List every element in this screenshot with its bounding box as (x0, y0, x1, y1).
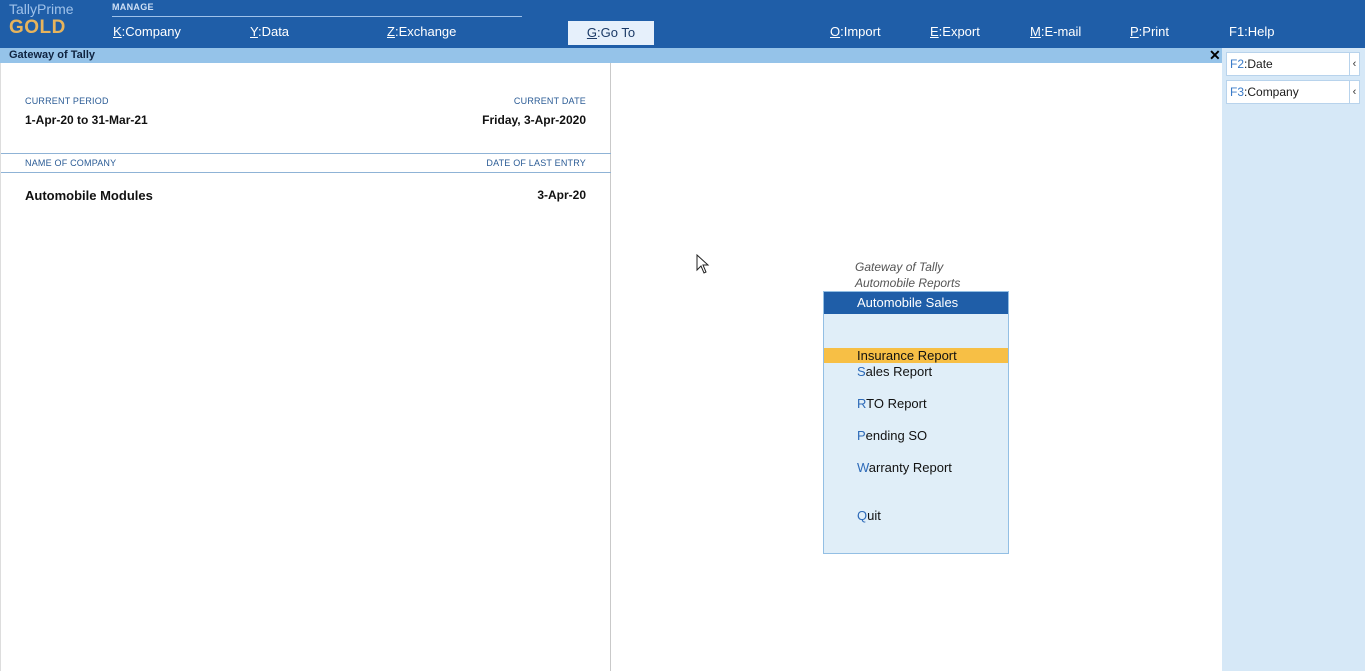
screen-title-bar: Gateway of Tally ✕ (0, 47, 1222, 64)
print-menu[interactable]: P:Print (1130, 24, 1169, 39)
export-menu[interactable]: E:Export (930, 24, 980, 39)
menu-item-hotkey: R (857, 396, 867, 411)
menu-item-hotkey: P (857, 428, 866, 443)
help-menu-key: F1 (1229, 24, 1245, 39)
divider (1, 153, 611, 154)
data-menu[interactable]: Y:Data (250, 24, 289, 39)
product-edition: GOLD (9, 17, 66, 38)
company-menu[interactable]: K:Company (113, 24, 181, 39)
goto-button[interactable]: G:Go To (568, 21, 654, 45)
company-button-label: :Company (1244, 85, 1299, 99)
menu-item-warranty-report[interactable]: Warranty Report (824, 460, 1008, 475)
chevron-left-icon[interactable]: ‹ (1349, 53, 1359, 75)
current-date-value: Friday, 3-Apr-2020 (482, 113, 586, 127)
date-button-key: F2 (1230, 57, 1245, 71)
last-entry-column-header: DATE OF LAST ENTRY (486, 158, 586, 168)
menu-item-insurance-report[interactable]: Insurance Report (824, 348, 1008, 363)
print-menu-label: :Print (1138, 24, 1170, 39)
mouse-pointer-icon (696, 254, 710, 274)
menu-item-label: uit (867, 508, 881, 523)
divider (1, 172, 611, 173)
company-column-header: NAME OF COMPANY (25, 158, 117, 168)
goto-label: :Go To (597, 25, 636, 40)
menu-item-label: TO Report (866, 396, 927, 411)
menu-breadcrumb-root: Gateway of Tally (855, 260, 944, 274)
tally-window: TallyPrime GOLD MANAGE K:Company Y:Data … (0, 0, 1365, 671)
current-period-label: CURRENT PERIOD (25, 96, 109, 106)
help-menu-label: :Help (1244, 24, 1275, 39)
email-menu-label: :E-mail (1040, 24, 1082, 39)
import-menu-key: O (830, 24, 841, 39)
manage-section-label: MANAGE (112, 2, 154, 12)
exchange-menu[interactable]: Z:Exchange (387, 24, 456, 39)
data-menu-label: :Data (257, 24, 290, 39)
company-info-pane: CURRENT PERIOD 1-Apr-20 to 31-Mar-21 CUR… (0, 63, 611, 671)
email-menu[interactable]: M:E-mail (1030, 24, 1081, 39)
chevron-left-icon[interactable]: ‹ (1349, 81, 1359, 103)
export-menu-label: :Export (938, 24, 980, 39)
import-menu-label: :Import (840, 24, 881, 39)
print-menu-key: P (1130, 24, 1139, 39)
company-row-last-entry: 3-Apr-20 (537, 188, 586, 202)
menu-item-hotkey: W (857, 460, 869, 475)
company-row-name[interactable]: Automobile Modules (25, 188, 153, 203)
current-period-value: 1-Apr-20 to 31-Mar-21 (25, 113, 148, 127)
menu-breadcrumb-current: Automobile Reports (855, 276, 961, 290)
menu-item-hotkey: Q (857, 508, 868, 523)
data-menu-key: Y (250, 24, 258, 39)
menu-item-label: ending SO (865, 428, 928, 443)
menu-header: Automobile Sales (824, 292, 1008, 314)
company-menu-key: K (113, 24, 122, 39)
menu-item-hotkey: S (857, 364, 866, 379)
export-menu-key: E (930, 24, 939, 39)
date-button-label: :Date (1244, 57, 1273, 71)
email-menu-key: M (1030, 24, 1041, 39)
menu-item-label: arranty Report (868, 460, 952, 475)
menu-item-quit[interactable]: Quit (824, 508, 1008, 523)
menu-item-rto-report[interactable]: RTO Report (824, 396, 1008, 411)
exchange-menu-label: :Exchange (394, 24, 457, 39)
goto-key: G (586, 25, 598, 40)
menu-item-label: nsurance Report (860, 348, 957, 363)
date-button[interactable]: F2:Date ‹ (1226, 52, 1360, 76)
product-name: TallyPrime (9, 1, 74, 17)
screen-title: Gateway of Tally (9, 49, 95, 61)
menu-item-sales-report[interactable]: Sales Report (824, 364, 1008, 379)
right-button-panel: F2:Date ‹ F3:Company ‹ (1222, 48, 1365, 671)
close-icon[interactable]: ✕ (1209, 47, 1221, 64)
help-menu[interactable]: F1:Help (1229, 24, 1275, 39)
report-menu: Automobile Sales Insurance Report Sales … (823, 291, 1009, 554)
current-date-label: CURRENT DATE (513, 96, 586, 106)
manage-divider (112, 16, 522, 17)
company-button[interactable]: F3:Company ‹ (1226, 80, 1360, 104)
import-menu[interactable]: O:Import (830, 24, 881, 39)
company-button-key: F3 (1230, 85, 1245, 99)
company-menu-label: :Company (121, 24, 181, 39)
exchange-menu-key: Z (387, 24, 395, 39)
menu-item-label: ales Report (865, 364, 933, 379)
menu-item-pending-so[interactable]: Pending SO (824, 428, 1008, 443)
top-menu-bar: TallyPrime GOLD MANAGE K:Company Y:Data … (0, 0, 1365, 48)
